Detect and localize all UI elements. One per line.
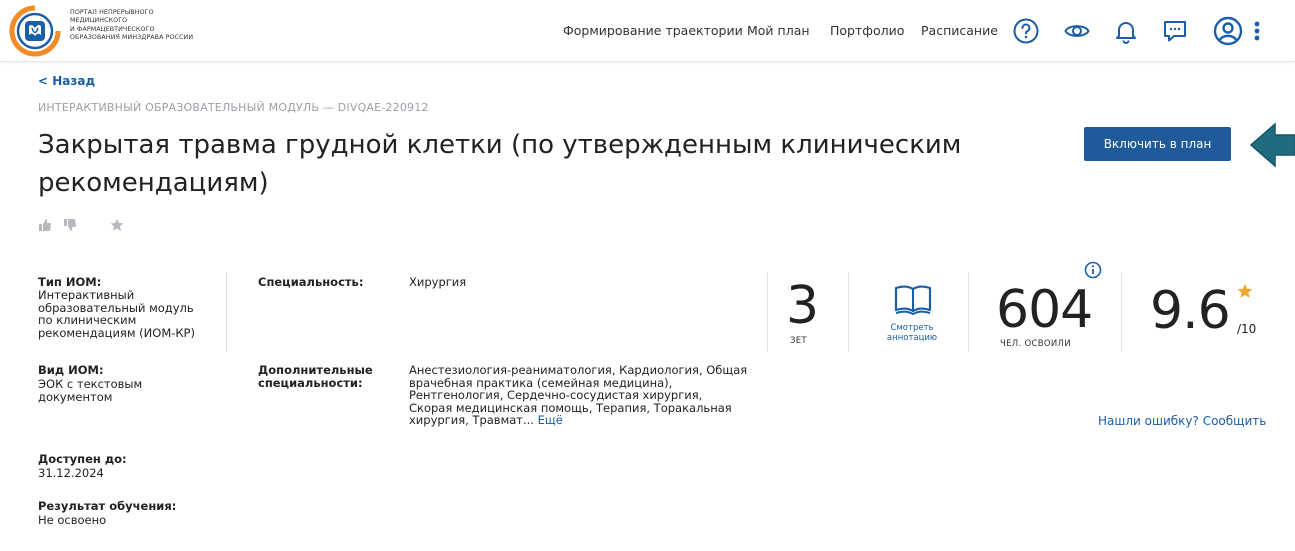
learning-result-label: Результат обучения: <box>38 499 177 513</box>
stats-divider <box>767 272 768 352</box>
bell-icon[interactable] <box>1112 17 1140 45</box>
nav-trajectory[interactable]: Формирование траектории <box>563 23 743 38</box>
specialty-value: Хирургия <box>409 275 467 289</box>
rating-max: /10 <box>1237 322 1257 336</box>
learners-label: ЧЕЛ. ОСВОИЛИ <box>1000 339 1071 349</box>
back-link[interactable]: < Назад <box>38 74 95 88</box>
thumbs-down-icon[interactable] <box>63 218 77 232</box>
rating-value: 9.6 <box>1150 281 1231 341</box>
chat-icon[interactable] <box>1161 17 1189 45</box>
rating-star-icon <box>1237 283 1253 298</box>
add-to-plan-button[interactable]: Включить в план <box>1084 127 1231 161</box>
breadcrumb: ИНТЕРАКТИВНЫЙ ОБРАЗОВАТЕЛЬНЫЙ МОДУЛЬ — D… <box>38 101 429 114</box>
zet-label: ЗЕТ <box>790 336 807 346</box>
view-annotation-link[interactable]: Смотреть аннотацию <box>872 323 952 343</box>
zet-value: 3 <box>786 276 819 336</box>
iom-type-value: Интерактивный образовательный модуль по … <box>38 288 195 340</box>
portal-logo-icon[interactable] <box>8 4 62 58</box>
top-header: ПОРТАЛ НЕПРЕРЫВНОГО МЕДИЦИНСКОГО И ФАРМА… <box>0 0 1295 62</box>
learners-count: 604 <box>996 280 1093 340</box>
stats-divider <box>968 272 969 352</box>
stats-divider <box>848 272 849 352</box>
info-icon[interactable] <box>1084 261 1102 279</box>
nav-portfolio[interactable]: Портфолио <box>830 23 904 38</box>
pointer-arrow-icon <box>1249 122 1295 168</box>
extra-specialties-label: Дополнительные специальности: <box>258 363 373 390</box>
iom-kind-value: ЭОК с текстовым документом <box>38 377 143 404</box>
nav-schedule[interactable]: Расписание <box>921 23 998 38</box>
extra-specialties-text: Анестезиология-реаниматология, Кардиолог… <box>409 363 748 427</box>
logo-line: МЕДИЦИНСКОГО <box>70 17 128 25</box>
favorite-star-icon[interactable] <box>110 218 124 232</box>
stats-divider <box>1121 272 1122 352</box>
user-icon[interactable] <box>1213 16 1243 46</box>
eye-icon[interactable] <box>1063 17 1091 45</box>
show-more-link[interactable]: Ещё <box>538 413 563 427</box>
specialty-label: Специальность: <box>258 275 364 289</box>
learning-result-value: Не освоено <box>38 513 107 527</box>
book-icon[interactable] <box>892 283 934 319</box>
more-vertical-icon[interactable] <box>1252 17 1262 45</box>
available-until-label: Доступен до: <box>38 452 127 466</box>
available-until-value: 31.12.2024 <box>38 466 104 480</box>
logo-line: И ФАРМАЦЕВТИЧЕСКОГО <box>70 25 155 33</box>
report-error-link[interactable]: Нашли ошибку? Сообщить <box>1098 414 1266 428</box>
logo-line: ОБРАЗОВАНИЯ МИНЗДРАВА РОССИИ <box>70 33 194 41</box>
nav-my-plan[interactable]: Мой план <box>747 23 810 38</box>
logo-caption: ПОРТАЛ НЕПРЕРЫВНОГО МЕДИЦИНСКОГО И ФАРМА… <box>70 9 193 42</box>
extra-specialties-value: Анестезиология-реаниматология, Кардиолог… <box>409 364 749 427</box>
iom-kind-label: Вид ИОМ: <box>38 363 104 377</box>
help-icon[interactable] <box>1012 17 1040 45</box>
logo-line: ПОРТАЛ НЕПРЕРЫВНОГО <box>70 9 154 16</box>
column-divider <box>226 272 227 352</box>
page-title: Закрытая травма грудной клетки (по утвер… <box>38 130 962 198</box>
thumbs-up-icon[interactable] <box>38 218 52 232</box>
